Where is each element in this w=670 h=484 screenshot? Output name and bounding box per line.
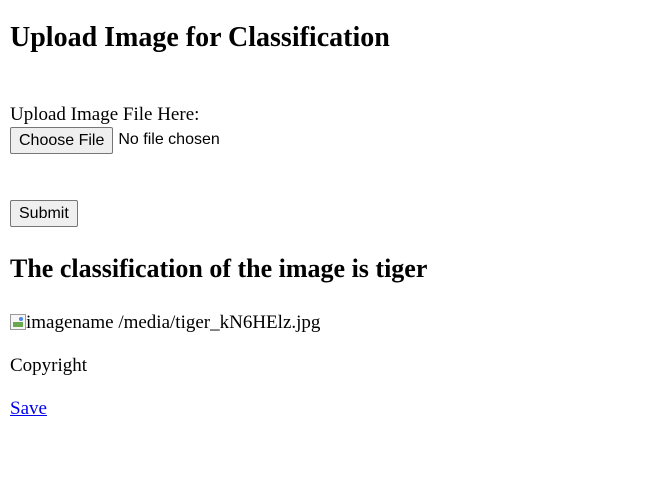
page-title: Upload Image for Classification [10,22,390,53]
image-alt-text: imagename /media/tiger_kN6HElz.jpg [26,312,321,333]
broken-image-icon [10,314,26,330]
classification-result-heading: The classification of the image is tiger [10,254,428,283]
save-link[interactable]: Save [10,398,47,420]
upload-label: Upload Image File Here: [10,104,200,125]
submit-button[interactable]: Submit [10,200,78,227]
file-status-text: No file chosen [118,131,220,148]
file-input[interactable]: Choose File No file chosen [10,126,220,154]
result-image: imagename /media/tiger_kN6HElz.jpg [10,312,320,334]
copyright-text: Copyright [10,355,88,376]
choose-file-button[interactable]: Choose File [10,126,114,154]
